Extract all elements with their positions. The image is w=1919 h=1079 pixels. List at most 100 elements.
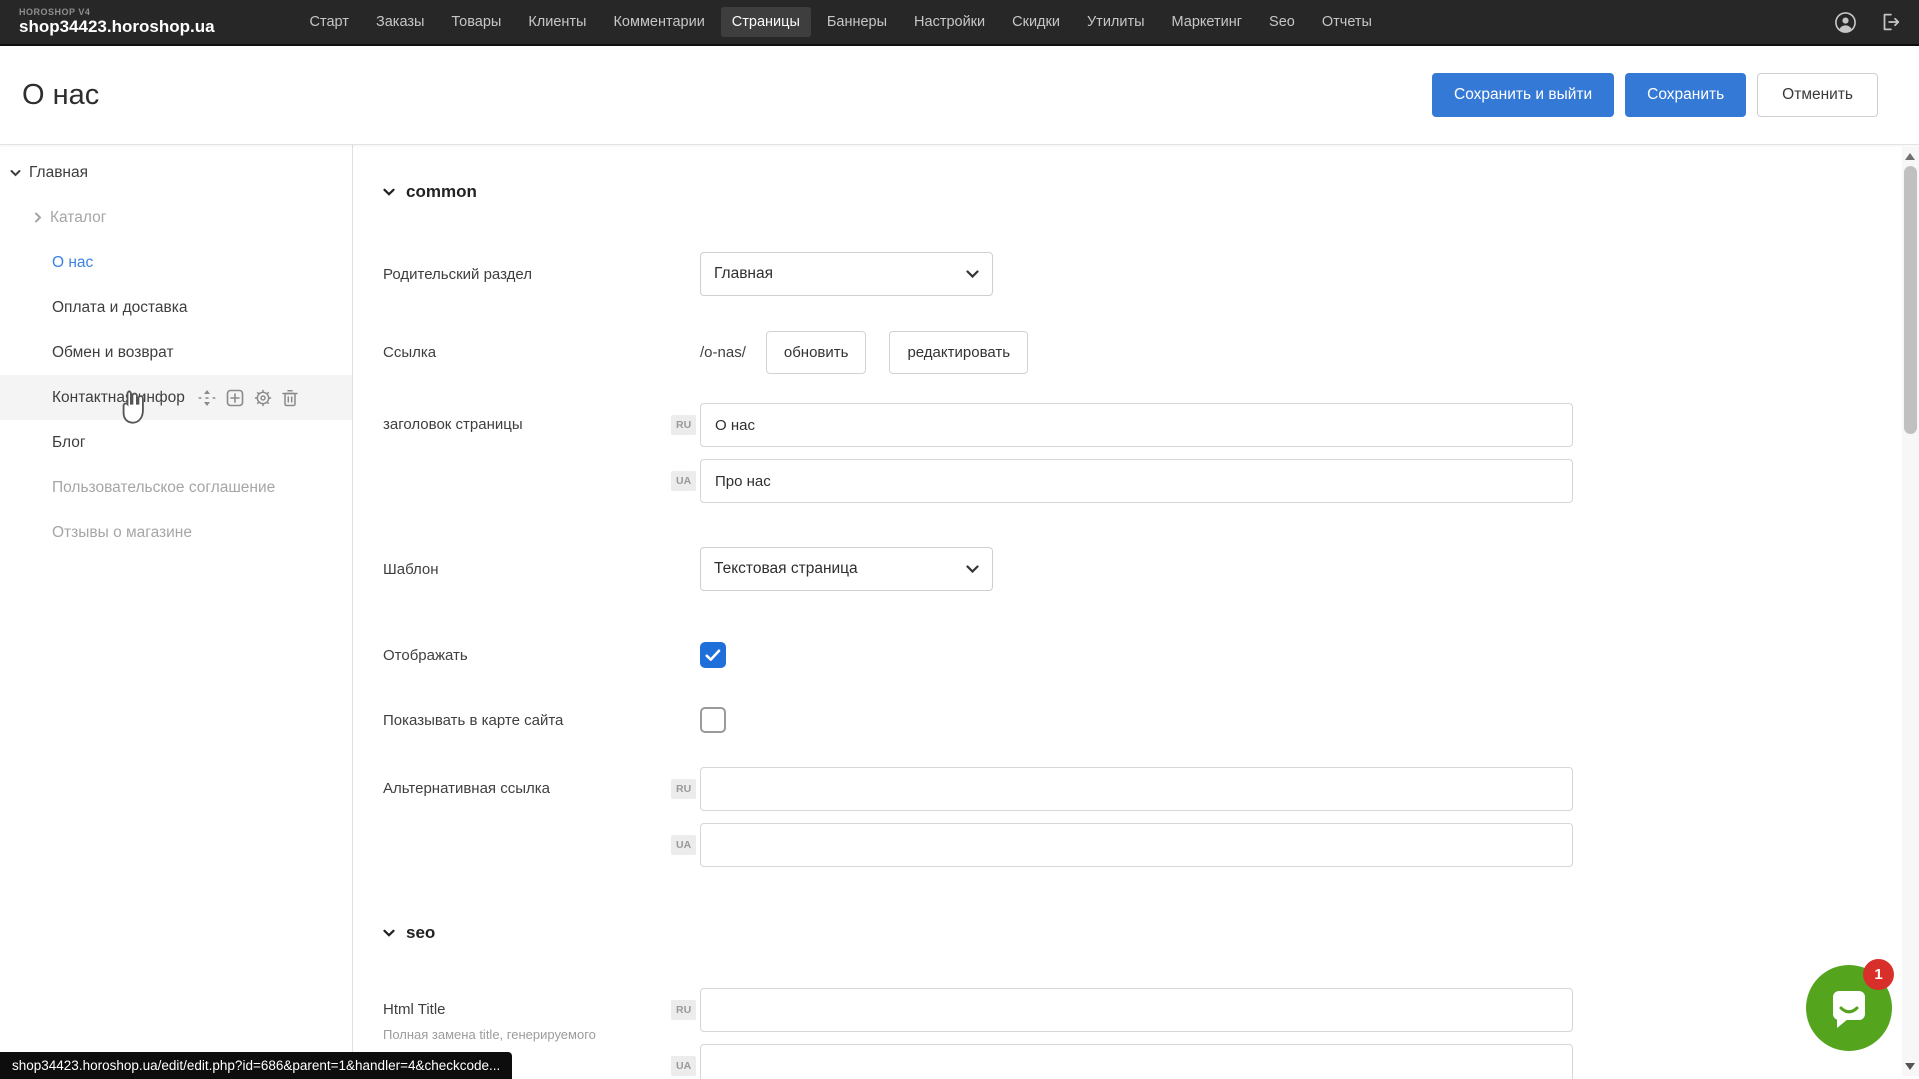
parent-section-row: Родительский раздел Главная: [383, 252, 1919, 296]
nav-item-discounts[interactable]: Скидки: [1001, 7, 1071, 37]
nav-item-products[interactable]: Товары: [440, 7, 512, 37]
gear-icon[interactable]: [254, 389, 272, 407]
link-path-value: /o-nas/: [700, 344, 746, 361]
display-checkbox[interactable]: [700, 642, 726, 668]
chevron-down-icon: [383, 188, 395, 196]
nav-item-seo[interactable]: Seo: [1258, 7, 1306, 37]
alt-link-inputs: RU UA: [700, 767, 1573, 867]
html-title-row: Html Title Полная замена title, генериру…: [383, 988, 1919, 1079]
nav-item-pages[interactable]: Страницы: [721, 7, 811, 37]
template-select[interactable]: Текстовая страница: [700, 547, 993, 591]
logout-icon[interactable]: [1879, 11, 1901, 33]
tree-item-katalog[interactable]: Каталог: [0, 195, 352, 240]
tree-item-actions: [198, 389, 298, 407]
template-value: Текстовая страница: [714, 560, 858, 578]
chevron-down-icon: [966, 270, 979, 278]
nav-item-orders[interactable]: Заказы: [365, 7, 435, 37]
scrollbar-up-arrow[interactable]: [1905, 153, 1915, 160]
nav-item-start[interactable]: Старт: [299, 7, 360, 37]
section-common-header[interactable]: common: [383, 182, 1919, 202]
html-title-ua-input[interactable]: [700, 1044, 1573, 1079]
tree-item-oplata[interactable]: Оплата и доставка: [0, 285, 352, 330]
trash-icon[interactable]: [282, 389, 298, 407]
chat-launcher-button[interactable]: 1: [1806, 965, 1892, 1051]
html-title-ru-input[interactable]: [700, 988, 1573, 1032]
scrollbar-down-arrow[interactable]: [1905, 1063, 1915, 1070]
tree-item-label: Обмен и возврат: [52, 344, 174, 362]
tree-item-label: Пользовательское соглашение: [52, 479, 275, 497]
template-row: Шаблон Текстовая страница: [383, 547, 1919, 591]
section-title: seo: [406, 923, 435, 943]
plus-icon[interactable]: [226, 389, 244, 407]
nav-item-reports[interactable]: Отчеты: [1311, 7, 1383, 37]
header-buttons: Сохранить и выйти Сохранить Отменить: [1432, 73, 1878, 117]
scrollbar-thumb[interactable]: [1904, 166, 1917, 434]
tree-item-label: Оплата и доставка: [52, 299, 188, 317]
content-area: Главная Каталог О нас Оплата и доставка …: [0, 145, 1919, 1076]
page-title: О нас: [22, 79, 99, 112]
parent-section-value: Главная: [714, 265, 773, 283]
section-seo-header[interactable]: seo: [383, 923, 1919, 943]
alt-link-ru-row: RU: [700, 767, 1573, 811]
tree-item-soglashenie[interactable]: Пользовательское соглашение: [0, 465, 352, 510]
page-edit-form: common Родительский раздел Главная Ссылк…: [353, 145, 1919, 1076]
parent-section-label: Родительский раздел: [383, 266, 700, 283]
tree-item-label: Контактная инфор: [52, 389, 185, 407]
link-row: Ссылка /o-nas/ обновить редактировать: [383, 331, 1919, 374]
tree-item-label: О нас: [52, 254, 93, 272]
tree-item-kontaktnaya[interactable]: Контактная инфор: [0, 375, 352, 420]
page-title-row: заголовок страницы RU UA: [383, 403, 1919, 503]
link-edit-button[interactable]: редактировать: [889, 331, 1028, 374]
chevron-right-icon[interactable]: [34, 212, 42, 223]
alt-link-ua-row: UA: [700, 823, 1573, 867]
status-url: shop34423.horoshop.ua/edit/edit.php?id=6…: [12, 1058, 500, 1073]
page-title-ua-input[interactable]: [700, 459, 1573, 503]
vertical-scrollbar[interactable]: [1902, 147, 1919, 1076]
drag-icon[interactable]: [198, 389, 216, 407]
tree-item-obmen[interactable]: Обмен и возврат: [0, 330, 352, 375]
nav-item-comments[interactable]: Комментарии: [602, 7, 715, 37]
html-title-ua-row: UA: [700, 1044, 1573, 1079]
main-menu: Старт Заказы Товары Клиенты Комментарии …: [299, 7, 1383, 37]
check-icon: [705, 649, 721, 662]
chevron-down-icon: [966, 565, 979, 573]
html-title-hint: Полная замена title, генерируемого: [383, 1027, 653, 1043]
page-title-label: заголовок страницы: [383, 403, 700, 433]
logo[interactable]: HOROSHOP V4 shop34423.horoshop.ua: [19, 8, 215, 37]
parent-section-select[interactable]: Главная: [700, 252, 993, 296]
chat-bubble-icon: [1826, 985, 1872, 1031]
chevron-down-icon[interactable]: [10, 169, 21, 177]
nav-item-banners[interactable]: Баннеры: [816, 7, 898, 37]
cancel-button[interactable]: Отменить: [1757, 73, 1878, 117]
tree-item-label: Главная: [29, 164, 88, 182]
lang-tag-ua: UA: [671, 835, 696, 855]
nav-item-settings[interactable]: Настройки: [903, 7, 996, 37]
tree-item-glavnaya[interactable]: Главная: [0, 150, 352, 195]
nav-item-marketing[interactable]: Маркетинг: [1161, 7, 1254, 37]
page-title-ru-row: RU: [700, 403, 1573, 447]
save-button[interactable]: Сохранить: [1625, 73, 1746, 117]
tree-item-blog[interactable]: Блог: [0, 420, 352, 465]
alt-link-ua-input[interactable]: [700, 823, 1573, 867]
section-title: common: [406, 182, 477, 202]
top-navbar: HOROSHOP V4 shop34423.horoshop.ua Старт …: [0, 0, 1919, 46]
nav-item-utilities[interactable]: Утилиты: [1076, 7, 1156, 37]
tree-item-label: Блог: [52, 434, 86, 452]
link-label: Ссылка: [383, 344, 700, 361]
nav-item-clients[interactable]: Клиенты: [517, 7, 597, 37]
navbar-right: [1834, 11, 1901, 34]
tree-item-o-nas[interactable]: О нас: [0, 240, 352, 285]
page-title-inputs: RU UA: [700, 403, 1573, 503]
link-update-button[interactable]: обновить: [766, 331, 867, 374]
alt-link-label: Альтернативная ссылка: [383, 767, 700, 797]
tree-item-otzyvy[interactable]: Отзывы о магазине: [0, 510, 352, 555]
alt-link-ru-input[interactable]: [700, 767, 1573, 811]
chat-unread-badge: 1: [1863, 959, 1894, 990]
page-title-ru-input[interactable]: [700, 403, 1573, 447]
lang-tag-ru: RU: [671, 415, 696, 435]
sitemap-checkbox[interactable]: [700, 707, 726, 733]
lang-tag-ua: UA: [671, 471, 696, 491]
save-and-exit-button[interactable]: Сохранить и выйти: [1432, 73, 1614, 117]
page-title-ua-row: UA: [700, 459, 1573, 503]
account-icon[interactable]: [1834, 11, 1857, 34]
